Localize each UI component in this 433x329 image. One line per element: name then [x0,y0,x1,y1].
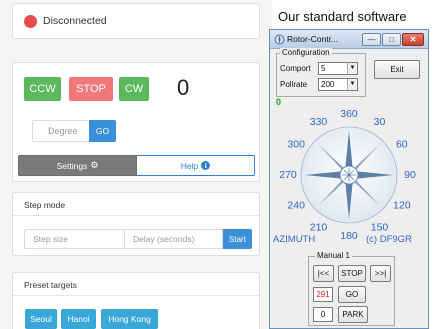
comport-label: Comport [280,64,311,73]
compass-label-270: 270 [279,169,297,181]
rotor-control-card: CCW STOP CW 0 GO Settings ⚙ Help i [12,62,260,182]
preset-seoul-button[interactable]: Seoul [25,309,57,329]
manual-cw-button[interactable]: >>| [370,265,391,282]
configuration-legend: Configuration [280,48,332,57]
connection-status-card: Disconnected [12,3,260,39]
copyright-label: (c) DF9GR [366,234,412,245]
status-indicator-icon [24,15,37,28]
cw-button[interactable]: CW [119,77,149,101]
dropdown-arrow-icon: ▼ [347,79,357,90]
compass-star-icon [305,131,393,219]
manual-ccw-button[interactable]: |<< [313,265,334,282]
compass-label-330: 330 [310,116,328,128]
compass-label-60: 60 [396,138,408,150]
minimize-button[interactable]: — [362,33,381,46]
park-position-field[interactable]: 0 [313,307,333,322]
preset-hong-kong-button[interactable]: Hong Kong [101,309,158,329]
pollrate-select[interactable]: 200 ▼ [318,78,358,91]
compass-label-360: 360 [340,108,358,120]
compass-label-210: 210 [310,222,328,234]
dropdown-arrow-icon: ▼ [347,63,357,74]
manual-control-group: Manual 1 |<< STOP >>| 291 GO 0 PARK [308,251,395,326]
compass-label-240: 240 [287,199,305,211]
maximize-button[interactable]: □ [382,33,401,46]
configuration-group: Configuration Comport 5 ▼ Pollrate 200 ▼ [276,48,366,97]
step-mode-title: Step mode [13,193,259,216]
compass-label-90: 90 [404,169,416,181]
park-button[interactable]: PARK [338,306,368,323]
manual-stop-button[interactable]: STOP [338,265,366,282]
close-button[interactable]: ✕ [402,33,424,46]
web-control-panel: Disconnected CCW STOP CW 0 GO Settings ⚙… [0,0,272,329]
connection-status-text: Disconnected [43,15,107,27]
step-mode-card: Step mode Start [12,192,260,256]
tab-bar: Settings ⚙ Help i [18,155,255,176]
stop-button[interactable]: STOP [69,77,113,101]
comparison-caption: Our standard software [278,9,407,24]
tab-settings[interactable]: Settings ⚙ [18,155,137,176]
window-title: Rotor-Contr... [287,34,339,44]
step-size-input[interactable] [24,229,124,249]
tab-help[interactable]: Help i [137,155,255,176]
preset-hanoi-button[interactable]: Hanoi [61,309,96,329]
azimuth-label: AZIMUTH [273,234,316,245]
pollrate-value: 200 [321,80,335,89]
ccw-button[interactable]: CCW [24,77,61,101]
rotor-control-window: Rotor-Contr... — □ ✕ Configuration Compo… [269,29,429,329]
compass-label-120: 120 [393,199,411,211]
manual-legend: Manual 1 [315,251,352,260]
delay-input[interactable] [124,229,223,249]
preset-targets-card: Preset targets Seoul Hanoi Hong Kong [12,272,260,329]
compass-label-30: 30 [374,116,386,128]
exit-button[interactable]: Exit [374,60,420,79]
compass-rose: 360 30 60 90 120 150 180 210 240 270 300 330 [279,108,416,242]
gear-icon: ⚙ [90,160,99,170]
manual-go-button[interactable]: GO [338,286,366,303]
manual-azimuth-field[interactable]: 291 [313,287,333,302]
degree-input[interactable] [32,120,89,142]
start-button[interactable]: Start [223,229,252,249]
comport-select[interactable]: 5 ▼ [318,62,358,75]
compass-label-180: 180 [340,230,358,242]
comport-value: 5 [321,64,326,73]
window-titlebar[interactable]: Rotor-Contr... — □ ✕ [270,30,428,49]
current-azimuth-value: 0 [177,75,190,100]
compass-label-300: 300 [287,138,305,150]
app-icon [274,34,285,45]
compass-label-150: 150 [371,222,389,234]
go-button[interactable]: GO [89,120,116,142]
tab-settings-label: Settings [56,160,88,171]
info-icon: i [201,161,211,170]
preset-targets-title: Preset targets [13,273,259,296]
tab-help-label: Help [180,160,199,171]
pollrate-label: Pollrate [280,80,308,89]
